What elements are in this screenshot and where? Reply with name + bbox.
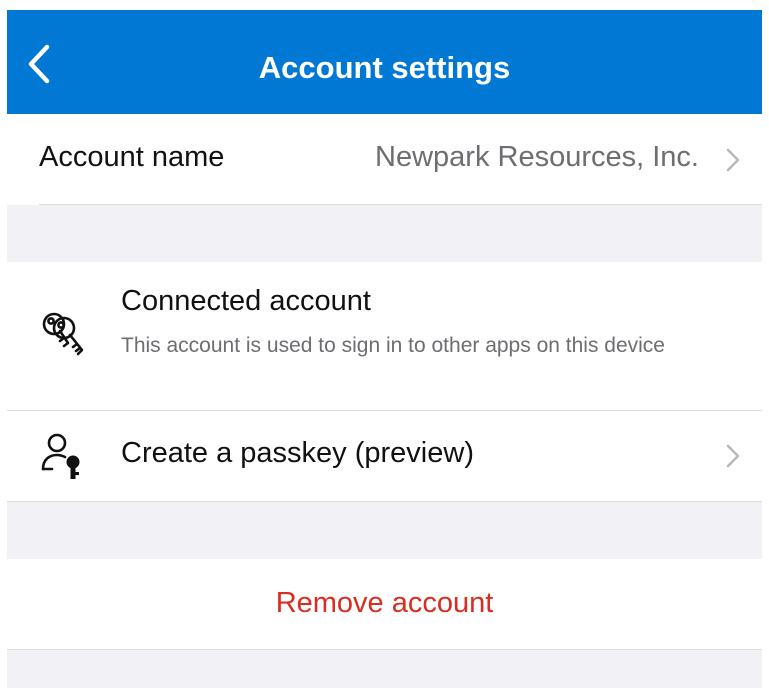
- connected-account-row: Connected account This account is used t…: [0, 262, 769, 410]
- account-name-value: Newpark Resources, Inc.: [375, 141, 699, 173]
- connected-account-description: This account is used to sign in to other…: [121, 334, 665, 357]
- chevron-right-icon: [726, 148, 740, 172]
- section-gap: [7, 650, 762, 688]
- account-name-label: Account name: [39, 141, 225, 173]
- header-bar: Account settings: [7, 10, 762, 114]
- back-button[interactable]: [19, 40, 59, 88]
- user-key-icon: [41, 433, 80, 479]
- remove-account-label: Remove account: [275, 587, 494, 619]
- connected-account-title: Connected account: [121, 285, 371, 317]
- remove-account-button[interactable]: Remove account: [0, 559, 769, 649]
- section-gap: [7, 205, 762, 262]
- create-passkey-title: Create a passkey (preview): [121, 437, 474, 469]
- account-name-row[interactable]: Account name Newpark Resources, Inc.: [0, 114, 769, 204]
- chevron-right-icon: [726, 444, 740, 468]
- chevron-left-icon: [28, 44, 50, 84]
- keys-icon: [42, 312, 84, 356]
- account-settings-screen: Account settings Account name Newpark Re…: [0, 0, 769, 688]
- section-gap: [7, 502, 762, 559]
- create-passkey-row[interactable]: Create a passkey (preview): [0, 411, 769, 501]
- page-title: Account settings: [258, 50, 511, 85]
